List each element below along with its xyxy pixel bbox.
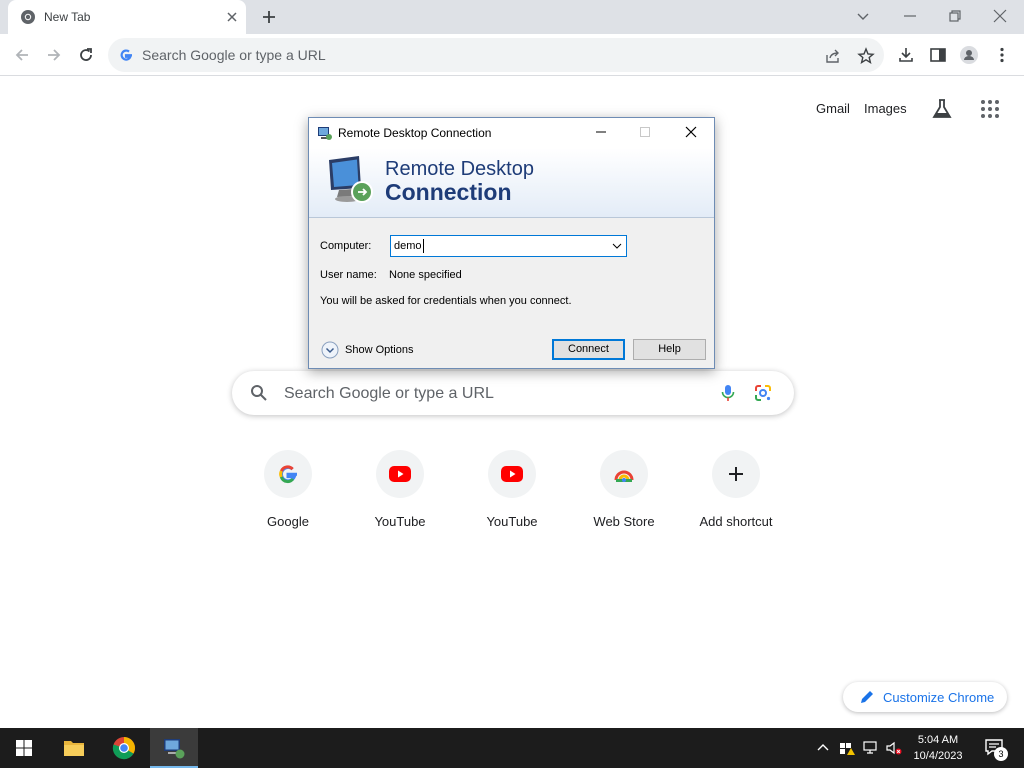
shortcut-youtube-2[interactable]: YouTube [456,446,568,542]
maximize-icon [640,127,650,137]
banner-title-line1: Remote Desktop [385,158,534,180]
chevron-down-icon[interactable] [611,240,623,252]
download-icon[interactable] [896,45,916,65]
ntp-search-box[interactable]: Search Google or type a URL [232,371,794,415]
shortcut-google[interactable]: Google [232,446,344,542]
show-options-button[interactable]: Show Options [321,340,441,360]
clock-date: 10/4/2023 [913,750,963,762]
google-apps-icon[interactable] [980,99,1000,119]
browser-toolbar: Search Google or type a URL [0,34,1024,76]
voice-search-icon[interactable] [718,383,738,403]
close-tab-icon[interactable] [224,9,240,25]
shortcut-add[interactable]: Add shortcut [680,446,792,542]
youtube-icon [389,466,411,482]
pencil-icon [861,691,873,703]
chrome-icon [112,737,135,760]
shortcut-tile [376,450,424,498]
shortcut-tile [264,450,312,498]
restore-icon[interactable] [945,6,965,26]
shortcut-tile [712,450,760,498]
side-panel-icon[interactable] [928,45,948,65]
google-icon [120,49,132,61]
shortcut-web-store[interactable]: Web Store [568,446,680,542]
expand-circle-icon [321,341,339,359]
close-icon[interactable] [683,124,699,140]
tab-search-icon[interactable] [853,6,873,26]
shortcut-label: YouTube [374,514,426,529]
tab-new-tab[interactable]: New Tab [8,0,246,34]
start-button[interactable] [0,728,48,768]
remote-desktop-dialog: Remote Desktop Connection Remote Desktop… [308,117,715,369]
google-icon [279,465,297,484]
forward-icon[interactable] [44,45,64,65]
notification-count-badge: 3 [994,747,1008,761]
shortcut-youtube[interactable]: YouTube [344,446,456,542]
plus-icon [729,467,743,481]
taskbar-file-explorer[interactable] [50,728,98,768]
gmail-link[interactable]: Gmail [816,101,850,116]
windows-taskbar: 5:04 AM 10/4/2023 3 [0,728,1024,768]
windows-logo-icon [16,740,32,756]
remote-desktop-icon [318,127,332,140]
menu-icon[interactable] [992,45,1012,65]
address-bar[interactable]: Search Google or type a URL [108,38,884,72]
windows-update-icon[interactable] [839,740,855,756]
shortcut-tile [488,450,536,498]
tab-strip: New Tab [0,0,1024,34]
connect-button[interactable]: Connect [552,339,625,360]
youtube-icon [501,466,523,482]
address-bar-placeholder: Search Google or type a URL [142,47,326,63]
banner-title-line2: Connection [385,179,512,205]
share-icon[interactable] [824,47,842,65]
remote-desktop-icon [164,739,185,759]
dialog-titlebar[interactable]: Remote Desktop Connection [309,118,714,148]
remote-desktop-logo-icon [329,156,373,203]
images-link[interactable]: Images [864,101,907,116]
dialog-banner: Remote Desktop Connection [309,148,714,218]
computer-value: demo [394,240,422,252]
bookmark-star-icon[interactable] [857,47,875,65]
clock-time: 5:04 AM [917,734,959,746]
show-options-label: Show Options [345,344,414,356]
profile-avatar-icon[interactable] [959,45,979,65]
chrome-icon [21,10,35,24]
shortcut-label: Web Store [593,514,655,529]
reload-icon[interactable] [76,45,96,65]
dialog-title: Remote Desktop Connection [338,126,492,140]
new-tab-icon[interactable] [260,8,278,26]
chevron-up-icon[interactable] [815,740,831,756]
customize-chrome-button[interactable]: Customize Chrome [843,682,1007,712]
credentials-info: You will be asked for credentials when y… [320,295,572,307]
search-icon [251,385,267,401]
tab-title: New Tab [44,10,91,24]
username-value: None specified [389,269,462,281]
computer-combobox[interactable]: demo [390,235,627,257]
network-icon[interactable] [863,740,879,756]
google-lens-icon[interactable] [753,383,773,403]
labs-flask-icon[interactable] [930,97,954,121]
volume-muted-icon[interactable] [886,740,902,756]
shortcut-tile [600,450,648,498]
minimize-icon[interactable] [593,124,609,140]
taskbar-chrome[interactable] [100,728,148,768]
system-clock[interactable]: 5:04 AM 10/4/2023 [904,732,972,764]
shortcut-label: Add shortcut [699,514,773,529]
customize-chrome-label: Customize Chrome [883,690,995,705]
ntp-search-placeholder: Search Google or type a URL [284,385,494,402]
web-store-icon [614,470,634,482]
minimize-icon[interactable] [900,6,920,26]
text-cursor [423,239,424,253]
close-window-icon[interactable] [990,6,1010,26]
computer-label: Computer: [320,240,372,252]
back-icon[interactable] [12,45,32,65]
shortcut-label: YouTube [486,514,538,529]
taskbar-remote-desktop[interactable] [150,728,198,768]
action-center-button[interactable]: 3 [984,738,1008,761]
folder-icon [64,741,84,756]
username-label: User name: [320,269,377,281]
shortcut-label: Google [267,514,309,529]
help-button[interactable]: Help [633,339,706,360]
